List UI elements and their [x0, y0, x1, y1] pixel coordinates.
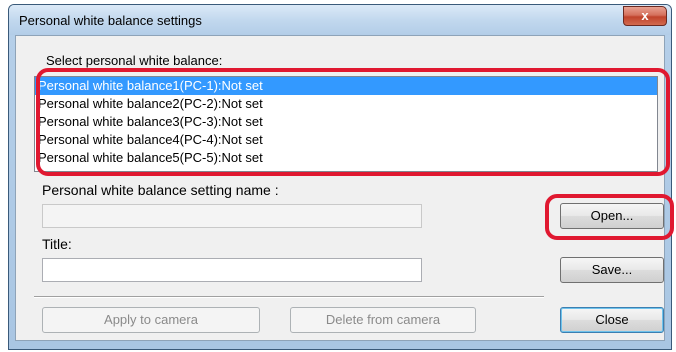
setting-name-field: [42, 204, 422, 228]
list-item[interactable]: Personal white balance1(PC-1):Not set: [35, 77, 657, 95]
apply-to-camera-button[interactable]: Apply to camera: [42, 307, 260, 333]
title-label: Title:: [42, 236, 72, 252]
window-title: Personal white balance settings: [19, 13, 202, 28]
delete-from-camera-button[interactable]: Delete from camera: [290, 307, 476, 333]
close-button[interactable]: Close: [560, 307, 664, 333]
list-item[interactable]: Personal white balance3(PC-3):Not set: [35, 113, 657, 131]
title-bar[interactable]: Personal white balance settings x: [9, 5, 671, 35]
title-input[interactable]: [42, 258, 422, 282]
white-balance-list[interactable]: Personal white balance1(PC-1):Not set Pe…: [34, 76, 658, 172]
close-icon[interactable]: x: [623, 6, 667, 26]
select-label: Select personal white balance:: [46, 53, 223, 68]
setting-name-label: Personal white balance setting name :: [42, 182, 279, 198]
list-item[interactable]: Personal white balance5(PC-5):Not set: [35, 149, 657, 167]
open-button[interactable]: Open...: [560, 203, 664, 229]
separator: [34, 296, 544, 298]
list-item[interactable]: Personal white balance4(PC-4):Not set: [35, 131, 657, 149]
save-button[interactable]: Save...: [560, 257, 664, 283]
list-item[interactable]: Personal white balance2(PC-2):Not set: [35, 95, 657, 113]
